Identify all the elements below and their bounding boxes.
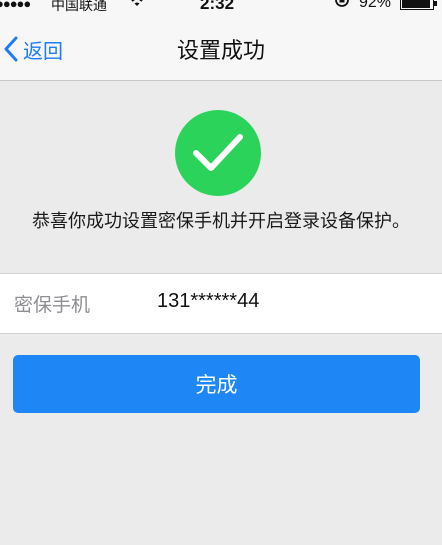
battery-fill (402, 0, 430, 8)
battery-icon (400, 0, 437, 10)
page-title: 设置成功 (176, 39, 265, 64)
success-badge (175, 110, 261, 196)
content-area: 恭喜你成功设置密保手机并开启登录设备保护。 密保手机 131******44 完… (0, 81, 442, 545)
status-time: 2:32 (200, 0, 235, 13)
checkmark-icon (193, 134, 243, 171)
battery-percent: 92% (359, 0, 392, 11)
navigation-bar: 返回 设置成功 (0, 16, 442, 81)
security-phone-label: 密保手机 (14, 294, 91, 316)
done-button[interactable]: 完成 (13, 355, 420, 413)
carrier-name: 中国联通 (51, 0, 107, 14)
security-phone-row: 密保手机 131******44 (0, 273, 442, 334)
rotation-lock-icon (333, 0, 351, 14)
status-bar: ●●●●● 中国联通 2:32 92% (0, 0, 442, 16)
battery-tip (434, 1, 437, 6)
security-phone-value: 131******44 (157, 290, 260, 312)
success-message: 恭喜你成功设置密保手机并开启登录设备保护。 (32, 211, 410, 232)
wifi-icon (127, 0, 147, 13)
signal-strength: ●●●●● (0, 0, 31, 11)
